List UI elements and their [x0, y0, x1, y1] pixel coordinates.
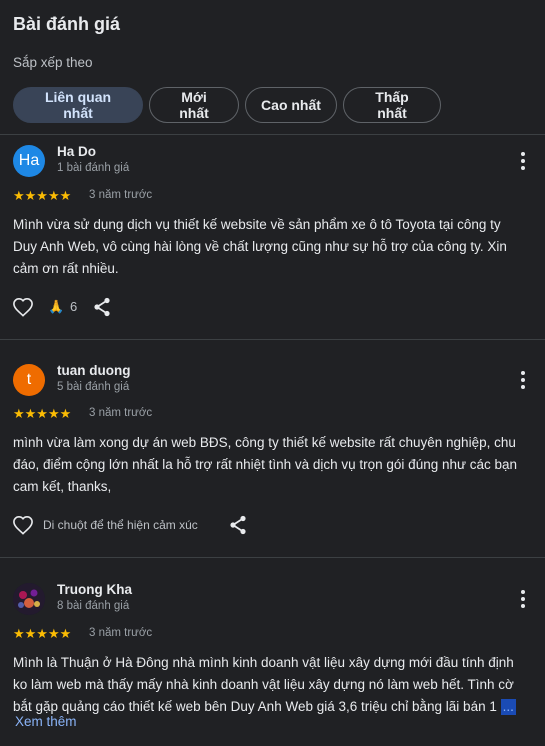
- reviewer-review-count: 8 bài đánh giá: [57, 600, 130, 612]
- reviewer-name[interactable]: tuan duong: [57, 363, 130, 378]
- avatar[interactable]: t: [13, 364, 45, 396]
- divider: [0, 134, 545, 135]
- ellipsis: ...: [500, 699, 516, 715]
- review-text-body: Mình là Thuận ở Hà Đông nhà mình kinh do…: [13, 655, 514, 714]
- sort-label: Sắp xếp theo: [13, 55, 93, 70]
- more-options-icon[interactable]: [514, 369, 532, 391]
- review-time: 3 năm trước: [89, 627, 153, 639]
- review-text: Mình vừa sử dụng dịch vụ thiết kế websit…: [13, 217, 507, 276]
- review-text: mình vừa làm xong dự án web BĐS, công ty…: [13, 435, 518, 494]
- star-rating: ★★★★★: [13, 406, 72, 421]
- sort-newest-chip[interactable]: Mới nhất: [149, 87, 239, 123]
- more-options-icon[interactable]: [514, 588, 532, 610]
- avatar[interactable]: Ha: [13, 145, 45, 177]
- sort-lowest-chip[interactable]: Thấp nhất: [343, 87, 441, 123]
- review-time: 3 năm trước: [89, 189, 153, 201]
- divider: [0, 339, 545, 340]
- sort-highest-chip[interactable]: Cao nhất: [245, 87, 337, 123]
- review-time: 3 năm trước: [89, 407, 153, 419]
- star-rating: ★★★★★: [13, 626, 72, 641]
- like-heart-icon[interactable]: [12, 515, 34, 540]
- share-icon[interactable]: [229, 515, 247, 540]
- like-heart-icon[interactable]: [12, 297, 34, 322]
- avatar[interactable]: [13, 583, 45, 615]
- reviewer-name[interactable]: Truong Kha: [57, 582, 132, 597]
- share-icon[interactable]: [93, 297, 111, 322]
- sort-chips: Liên quan nhất Mới nhất Cao nhất Thấp nh…: [13, 87, 441, 123]
- more-options-icon[interactable]: [514, 150, 532, 172]
- reaction-emoji: 🙏: [48, 299, 65, 314]
- reviewer-name[interactable]: Ha Do: [57, 144, 96, 159]
- reaction-count: 6: [70, 299, 78, 314]
- review-text: Mình là Thuận ở Hà Đông nhà mình kinh do…: [13, 652, 528, 718]
- reviewer-review-count: 1 bài đánh giá: [57, 162, 130, 174]
- sort-most-relevant-chip[interactable]: Liên quan nhất: [13, 87, 143, 123]
- reaction-hover-hint: Di chuột để thể hiện cảm xúc: [43, 518, 198, 532]
- star-rating: ★★★★★: [13, 188, 72, 203]
- see-more-link[interactable]: Xem thêm: [15, 714, 77, 729]
- reviewer-review-count: 5 bài đánh giá: [57, 381, 130, 393]
- reviews-title: Bài đánh giá: [13, 14, 121, 34]
- divider: [0, 557, 545, 558]
